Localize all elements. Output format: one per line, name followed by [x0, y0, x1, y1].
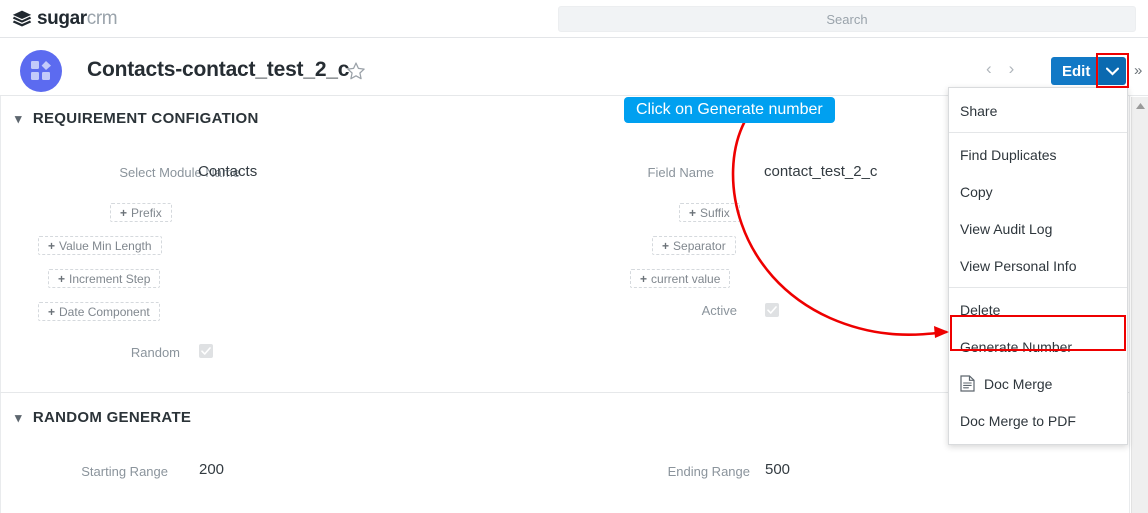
- dropdown-toggle-highlight: [1096, 53, 1129, 88]
- plus-icon: +: [58, 271, 66, 286]
- sugarcrm-record-view: sugarcrm Contacts-contact_test_2_c ‹ › E…: [0, 0, 1148, 513]
- field-value-starting-range[interactable]: 200: [199, 461, 224, 478]
- checkbox-active[interactable]: [765, 303, 779, 317]
- plus-icon: +: [640, 271, 648, 286]
- chevron-down-icon: ▾: [15, 409, 22, 425]
- field-value-field-name[interactable]: contact_test_2_c: [764, 163, 877, 180]
- add-prefix-button[interactable]: + Prefix: [110, 203, 172, 222]
- menu-item-doc-merge[interactable]: Doc Merge: [949, 365, 1127, 402]
- add-suffix-label: Suffix: [700, 205, 730, 220]
- add-separator-label: Separator: [673, 238, 726, 253]
- search-container: [558, 6, 1136, 32]
- section-header-random-generate[interactable]: ▾ RANDOM GENERATE: [15, 409, 191, 426]
- field-starting-range-value-wrap: 200: [199, 461, 224, 478]
- annotation-callout: Click on Generate number: [624, 97, 835, 123]
- module-avatar-icon: [20, 50, 62, 92]
- page-title: Contacts-contact_test_2_c: [87, 58, 350, 81]
- section-title: REQUIREMENT CONFIGATION: [32, 110, 259, 127]
- menu-item-share[interactable]: Share: [949, 92, 1127, 129]
- menu-item-doc-merge-to-pdf[interactable]: Doc Merge to PDF: [949, 402, 1127, 439]
- plus-icon: +: [120, 205, 128, 220]
- menu-item-label: Doc Merge to PDF: [960, 412, 1076, 429]
- field-random-label-wrap: Random: [0, 345, 180, 360]
- layers-icon: [12, 10, 32, 26]
- check-icon: [767, 306, 777, 314]
- add-date-component-button[interactable]: + Date Component: [38, 302, 160, 321]
- scroll-up-arrow-icon[interactable]: [1136, 103, 1145, 109]
- field-label-starting-range: Starting Range: [81, 464, 168, 479]
- plus-icon: +: [662, 238, 670, 253]
- menu-separator: [949, 287, 1127, 288]
- field-label-random: Random: [130, 345, 180, 360]
- add-value-min-length-button[interactable]: + Value Min Length: [38, 236, 162, 255]
- field-ending-range-label-wrap: Ending Range: [568, 464, 750, 479]
- field-field-name-value-wrap: contact_test_2_c: [764, 163, 877, 180]
- menu-item-label: Generate Number: [960, 338, 1073, 355]
- menu-item-label: Find Duplicates: [960, 146, 1057, 163]
- menu-item-generate-number[interactable]: Generate Number: [949, 328, 1127, 365]
- next-record-button[interactable]: ›: [1009, 60, 1015, 78]
- plus-icon: +: [48, 238, 56, 253]
- double-chevron-right-icon[interactable]: »: [1134, 62, 1142, 79]
- menu-item-label: View Personal Info: [960, 257, 1077, 274]
- field-value-ending-range[interactable]: 500: [765, 461, 790, 478]
- add-date-component-label: Date Component: [59, 304, 150, 319]
- add-increment-step-label: Increment Step: [69, 271, 151, 286]
- top-navigation-bar: sugarcrm: [0, 0, 1148, 38]
- star-icon[interactable]: [346, 61, 366, 81]
- document-icon: [960, 375, 975, 392]
- menu-item-delete[interactable]: Delete: [949, 291, 1127, 328]
- menu-item-label: Copy: [960, 183, 993, 200]
- menu-item-label: Doc Merge: [984, 375, 1053, 392]
- record-actions-dropdown-menu: Share Find Duplicates Copy View Audit Lo…: [948, 87, 1128, 445]
- menu-item-view-personal-info[interactable]: View Personal Info: [949, 247, 1127, 284]
- check-icon: [201, 347, 211, 355]
- field-starting-range-label-wrap: Starting Range: [0, 464, 168, 479]
- menu-item-view-audit-log[interactable]: View Audit Log: [949, 210, 1127, 247]
- brand-name-primary: sugar: [37, 7, 87, 29]
- add-value-min-length-label: Value Min Length: [59, 238, 152, 253]
- annotation-callout-text: Click on Generate number: [636, 101, 823, 118]
- sugarcrm-logo[interactable]: sugarcrm: [12, 7, 118, 30]
- add-current-value-button[interactable]: + current value: [630, 269, 731, 288]
- menu-item-label: View Audit Log: [960, 220, 1053, 237]
- checkbox-random[interactable]: [199, 344, 213, 358]
- plus-icon: +: [48, 304, 56, 319]
- field-label-active: Active: [701, 303, 737, 318]
- add-separator-button[interactable]: + Separator: [652, 236, 736, 255]
- add-current-value-label: current value: [651, 271, 721, 286]
- field-label-field-name: Field Name: [647, 165, 714, 180]
- add-increment-step-button[interactable]: + Increment Step: [48, 269, 161, 288]
- field-label-ending-range: Ending Range: [667, 464, 750, 479]
- add-prefix-label: Prefix: [131, 205, 162, 220]
- field-active-label-wrap: Active: [560, 303, 737, 318]
- section-title: RANDOM GENERATE: [32, 409, 192, 426]
- chevron-down-icon: ▾: [15, 110, 22, 126]
- section-header-requirement[interactable]: ▾ REQUIREMENT CONFIGATION: [15, 110, 259, 127]
- field-value-select-module-name[interactable]: Contacts: [198, 163, 257, 180]
- menu-item-label: Share: [960, 102, 998, 119]
- menu-item-label: Delete: [960, 301, 1001, 318]
- brand-name-secondary: crm: [86, 7, 118, 29]
- field-ending-range-value-wrap: 500: [765, 461, 790, 478]
- prev-record-button[interactable]: ‹: [986, 60, 992, 78]
- edit-button[interactable]: Edit: [1051, 57, 1102, 85]
- vertical-scrollbar[interactable]: [1131, 97, 1148, 513]
- menu-item-find-duplicates[interactable]: Find Duplicates: [949, 136, 1127, 173]
- field-field-name-label-wrap: Field Name: [520, 165, 714, 180]
- plus-icon: +: [689, 205, 697, 220]
- record-pagination: ‹ ›: [986, 60, 1014, 78]
- add-suffix-button[interactable]: + Suffix: [679, 203, 740, 222]
- menu-separator: [949, 132, 1127, 133]
- field-select-module-name-value-wrap: Contacts: [198, 163, 257, 180]
- search-input[interactable]: [558, 6, 1136, 32]
- menu-item-copy[interactable]: Copy: [949, 173, 1127, 210]
